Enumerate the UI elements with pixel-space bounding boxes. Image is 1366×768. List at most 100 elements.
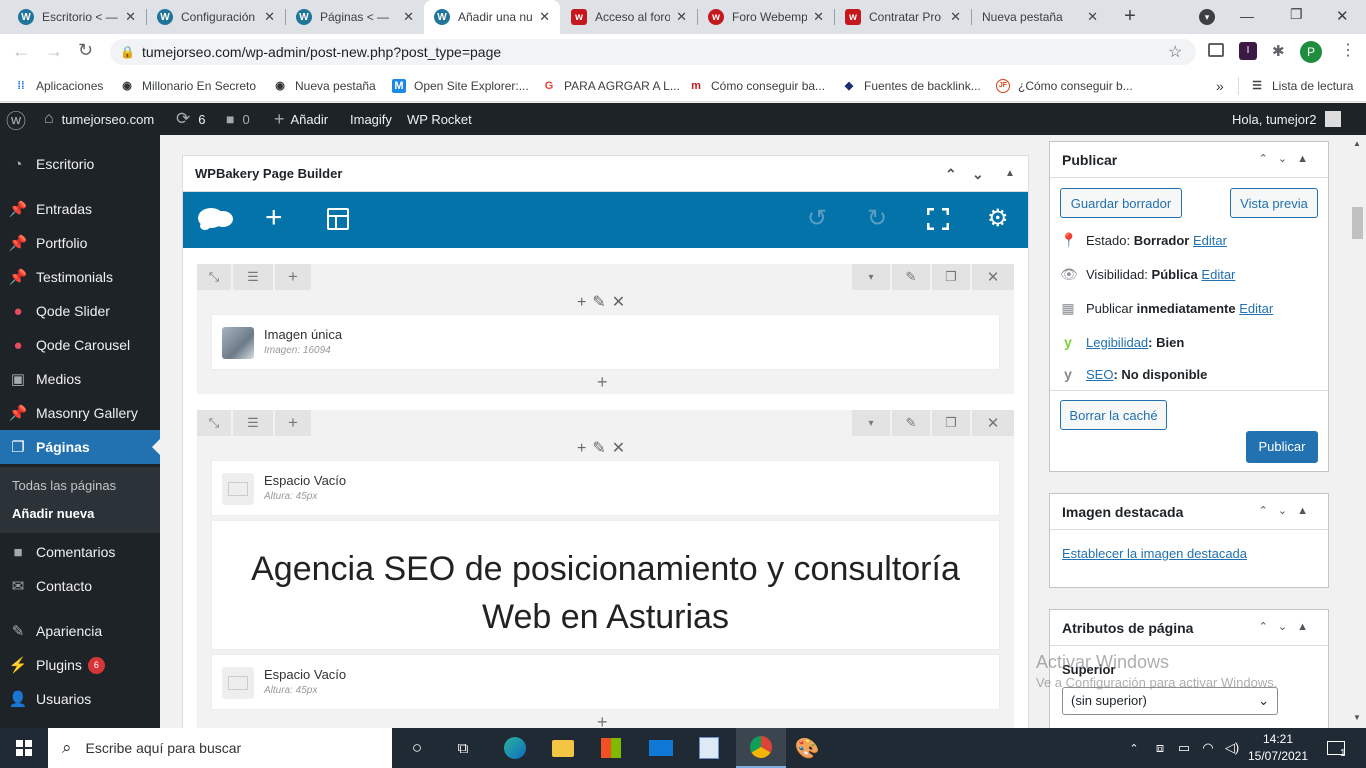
- row-expand-icon[interactable]: ⤡: [197, 264, 231, 290]
- row-delete-icon[interactable]: ✕: [972, 410, 1014, 436]
- edit-visibility-link[interactable]: Editar: [1201, 267, 1235, 282]
- forward-icon[interactable]: →: [45, 41, 63, 62]
- page-scrollbar[interactable]: ▲ ▼: [1349, 135, 1366, 728]
- wpbakery-logo-icon[interactable]: [197, 204, 235, 232]
- paint3d-icon[interactable]: 🎨: [790, 728, 824, 768]
- column-delete-icon[interactable]: ✕: [612, 294, 631, 311]
- bookmark-item[interactable]: ◉ Nueva pestaña: [273, 70, 376, 101]
- comments-link[interactable]: ■ 0: [226, 103, 250, 135]
- new-content-link[interactable]: + Añadir: [274, 103, 328, 135]
- notification-center[interactable]: 1: [1318, 728, 1354, 768]
- publish-button[interactable]: Publicar: [1246, 431, 1318, 463]
- sidebar-item-testimonials[interactable]: 📌 Testimonials: [0, 260, 160, 294]
- menu-icon[interactable]: ⋮: [1340, 40, 1356, 60]
- start-button[interactable]: [0, 728, 48, 768]
- battery-icon[interactable]: ▭: [1174, 728, 1194, 768]
- updates-link[interactable]: ⟳ 6: [176, 103, 205, 135]
- save-draft-button[interactable]: Guardar borrador: [1060, 188, 1182, 218]
- element-heading[interactable]: Agencia SEO de posicionamiento y consult…: [211, 520, 1000, 650]
- sidebar-item-masonry-gallery[interactable]: 📌 Masonry Gallery: [0, 396, 160, 430]
- scroll-down-icon[interactable]: ▼: [1353, 713, 1361, 722]
- clear-cache-button[interactable]: Borrar la caché: [1060, 400, 1167, 430]
- browser-tab[interactable]: W Páginas < — ✕: [286, 0, 424, 34]
- row-delete-icon[interactable]: ✕: [972, 264, 1014, 290]
- preview-button[interactable]: Vista previa: [1230, 188, 1318, 218]
- sidebar-item-comentarios[interactable]: ■ Comentarios: [0, 535, 160, 569]
- add-element-below-icon[interactable]: +: [597, 372, 608, 393]
- row-add-column-icon[interactable]: +: [275, 410, 311, 436]
- row-edit-icon[interactable]: ✎: [892, 410, 930, 436]
- reading-list[interactable]: ☰ Lista de lectura: [1250, 70, 1353, 101]
- sidebar-item-plugins[interactable]: ⚡ Plugins 6: [0, 648, 160, 682]
- edge-icon[interactable]: [498, 728, 532, 768]
- submenu-all-pages[interactable]: Todas las páginas: [0, 471, 160, 499]
- browser-tab[interactable]: Nueva pestaña ✕: [972, 0, 1108, 34]
- bookmark-item[interactable]: ◉ Millonario En Secreto: [120, 70, 256, 101]
- sidebar-item-contacto[interactable]: ✉ Contacto: [0, 569, 160, 603]
- sidebar-item-qode-slider[interactable]: ● Qode Slider: [0, 294, 160, 328]
- more-bookmarks-icon[interactable]: »: [1216, 70, 1224, 101]
- cast-icon[interactable]: [1208, 43, 1224, 57]
- tray-app-icon[interactable]: ⧈: [1150, 728, 1170, 768]
- restore-icon[interactable]: ❐: [1290, 6, 1303, 23]
- site-name-link[interactable]: ⌂ tumejorseo.com: [44, 103, 154, 135]
- imagify-link[interactable]: Imagify: [350, 103, 392, 135]
- sidebar-item-medios[interactable]: ▣ Medios: [0, 362, 160, 396]
- row-clone-icon[interactable]: ❐: [932, 264, 970, 290]
- close-tab-icon[interactable]: ✕: [813, 9, 824, 25]
- sidebar-item-usuarios[interactable]: 👤 Usuarios: [0, 682, 160, 716]
- close-tab-icon[interactable]: ✕: [1087, 9, 1098, 25]
- wifi-icon[interactable]: ◠: [1198, 728, 1218, 768]
- browser-tab[interactable]: W Configuración ✕: [147, 0, 285, 34]
- row-clone-icon[interactable]: ❐: [932, 410, 970, 436]
- scroll-thumb[interactable]: [1352, 207, 1363, 239]
- row-add-column-icon[interactable]: +: [275, 264, 311, 290]
- minimize-icon[interactable]: —: [1240, 8, 1254, 24]
- sidebar-item-escritorio[interactable]: ◔ Escritorio: [0, 147, 160, 181]
- parent-select[interactable]: (sin superior) ⌄: [1062, 687, 1278, 715]
- seo-link[interactable]: SEO: [1086, 367, 1113, 382]
- column-edit-icon[interactable]: ✎: [592, 440, 611, 457]
- row-drag-handle[interactable]: ☰: [233, 410, 273, 436]
- puzzle-icon[interactable]: ✱: [1272, 42, 1285, 60]
- column-controls[interactable]: +✎✕: [577, 438, 631, 458]
- toggle-panel-icon[interactable]: ▲: [1005, 156, 1015, 192]
- close-tab-icon[interactable]: ✕: [950, 9, 961, 25]
- back-icon[interactable]: ←: [12, 41, 30, 62]
- column-delete-icon[interactable]: ✕: [612, 440, 631, 457]
- close-tab-icon[interactable]: ✕: [403, 9, 414, 25]
- set-featured-image-link[interactable]: Establecer la imagen destacada: [1062, 546, 1247, 561]
- templates-icon[interactable]: [327, 208, 349, 230]
- browser-tab[interactable]: w Foro Webemp ✕: [698, 0, 834, 34]
- close-tab-icon[interactable]: ✕: [539, 9, 550, 25]
- extension-icon[interactable]: I: [1239, 42, 1257, 60]
- tray-chevron-icon[interactable]: ⌃: [1126, 728, 1142, 768]
- close-window-icon[interactable]: ✕: [1336, 7, 1349, 25]
- task-view-icon[interactable]: ⧉: [446, 728, 480, 768]
- row-edit-icon[interactable]: ✎: [892, 264, 930, 290]
- submenu-add-new[interactable]: Añadir nueva: [0, 499, 160, 527]
- clock[interactable]: 14:21 15/07/2021: [1246, 731, 1310, 765]
- store-icon[interactable]: [594, 728, 628, 768]
- move-down-icon[interactable]: ⌄: [972, 156, 984, 192]
- row-drag-handle[interactable]: ☰: [233, 264, 273, 290]
- browser-tab[interactable]: W Escritorio < — ✕: [8, 0, 146, 34]
- add-element-icon[interactable]: +: [265, 202, 283, 234]
- file-explorer-icon[interactable]: [546, 728, 580, 768]
- close-tab-icon[interactable]: ✕: [125, 9, 136, 25]
- browser-tab-active[interactable]: W Añadir una nu ✕: [424, 0, 560, 34]
- edit-status-link[interactable]: Editar: [1193, 233, 1227, 248]
- sidebar-item-paginas[interactable]: ❐ Páginas: [0, 430, 160, 464]
- cortana-icon[interactable]: ○: [400, 728, 434, 768]
- wordpress-logo-icon[interactable]: ⓦ: [6, 103, 26, 135]
- undo-icon[interactable]: ↺: [807, 204, 827, 233]
- browser-tab[interactable]: w Acceso al foro ✕: [561, 0, 697, 34]
- chrome-taskbar-icon[interactable]: [736, 728, 786, 768]
- paint-app-icon[interactable]: [692, 728, 726, 768]
- bookmark-item[interactable]: m Cómo conseguir ba...: [689, 70, 825, 101]
- sidebar-item-portfolio[interactable]: 📌 Portfolio: [0, 226, 160, 260]
- readability-link[interactable]: Legibilidad: [1086, 335, 1148, 350]
- add-element-below-icon[interactable]: +: [597, 712, 608, 728]
- close-tab-icon[interactable]: ✕: [676, 9, 687, 25]
- box-order-controls[interactable]: ⌃⌄▲: [1259, 620, 1318, 633]
